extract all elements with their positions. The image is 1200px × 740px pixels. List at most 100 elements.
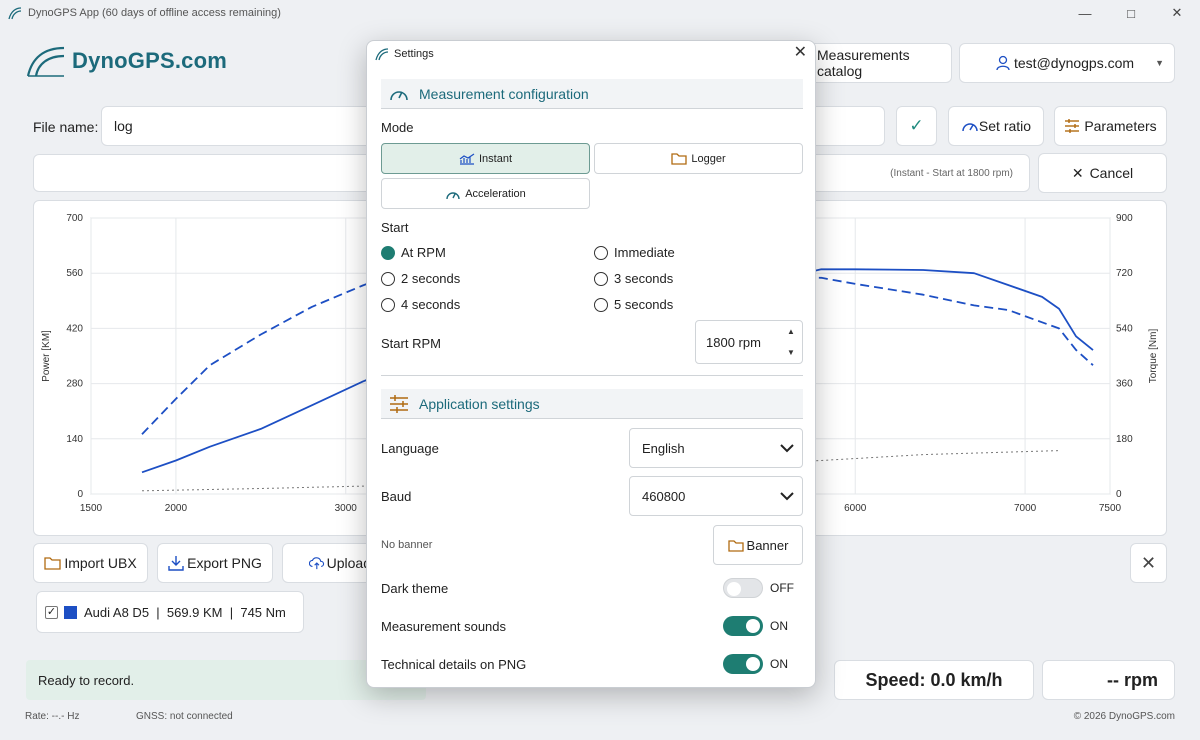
import-ubx-button[interactable]: Import UBX (33, 543, 148, 583)
rpm-readout: -- rpm (1042, 660, 1175, 700)
download-icon (168, 556, 184, 571)
mode-acceleration-label: Acceleration (465, 187, 526, 200)
speed-value: Speed: 0.0 km/h (865, 669, 1003, 690)
chart-icon (459, 153, 475, 165)
checkmark-icon: ✓ (909, 116, 924, 135)
chevron-down-icon (780, 492, 794, 501)
y-right-tick-label: 360 (1116, 379, 1133, 390)
gauge-icon (390, 91, 408, 101)
settings-title-bar: Settings ✕ (367, 41, 815, 67)
cancel-button[interactable]: ✕ Cancel (1038, 153, 1167, 193)
legend-label: Audi A8 D5 | 569.9 KM | 745 Nm (84, 604, 286, 620)
start-4s-radio[interactable]: 4 seconds (381, 297, 460, 312)
export-png-button[interactable]: Export PNG (157, 543, 273, 583)
close-window-icon[interactable]: ✕ (1154, 0, 1200, 26)
folder-icon (671, 153, 688, 165)
export-label: Export PNG (187, 555, 262, 571)
y-left-tick-label: 700 (66, 213, 83, 224)
x-tick-label: 6000 (844, 503, 867, 514)
import-label: Import UBX (64, 555, 137, 571)
tech-details-toggle[interactable]: ON (723, 654, 788, 674)
mode-acceleration-button[interactable]: Acceleration (381, 178, 590, 209)
chevron-down-icon[interactable]: ▼ (787, 348, 795, 357)
upload-button[interactable]: Upload (282, 543, 372, 583)
x-tick-label: 3000 (335, 503, 358, 514)
start-3s-radio[interactable]: 3 seconds (594, 271, 673, 286)
stepper-arrows[interactable]: ▲ ▼ (780, 321, 802, 363)
radio-label: At RPM (401, 245, 446, 260)
dark-theme-label: Dark theme (381, 581, 449, 596)
logo-icon (26, 46, 65, 77)
window-controls: — □ ✕ (1062, 0, 1200, 26)
x-tick-label: 7500 (1099, 503, 1122, 514)
banner-button[interactable]: Banner (713, 525, 803, 565)
close-icon: ✕ (1071, 164, 1084, 181)
divider (381, 108, 803, 109)
start-rpm-stepper[interactable]: 1800 rpm ▲ ▼ (695, 320, 803, 364)
y-right-tick-label: 0 (1116, 489, 1122, 500)
minimize-icon[interactable]: — (1062, 0, 1108, 26)
language-label: Language (381, 441, 439, 456)
folder-icon (44, 557, 61, 570)
mode-instant-button[interactable]: Instant (381, 143, 590, 174)
user-icon (996, 55, 1010, 71)
y-left-tick-label: 420 (66, 323, 83, 334)
chevron-down-icon: ▼ (1155, 58, 1164, 68)
ready-text: Ready to record. (38, 672, 135, 688)
y-left-tick-label: 560 (66, 268, 83, 279)
toggle-state: ON (770, 619, 788, 633)
legend-entry[interactable]: ✓ Audi A8 D5 | 569.9 KM | 745 Nm (36, 591, 304, 633)
parameters-button[interactable]: Parameters (1054, 106, 1167, 146)
sounds-toggle[interactable]: ON (723, 616, 788, 636)
app-settings-title: Application settings (419, 396, 540, 412)
no-banner-text: No banner (381, 539, 433, 551)
confirm-button[interactable]: ✓ (896, 106, 937, 146)
baud-select[interactable]: 460800 (629, 476, 803, 516)
toggle-state: OFF (770, 581, 794, 595)
y-left-tick-label: 0 (77, 489, 83, 500)
start-label: Start (381, 220, 409, 235)
language-select[interactable]: English (629, 428, 803, 468)
file-name-label: File name: (33, 119, 99, 135)
dark-theme-toggle[interactable]: OFF (723, 578, 794, 598)
radio-label: 5 seconds (614, 297, 674, 312)
settings-dialog: Settings ✕ Measurement configuration Mod… (366, 40, 816, 688)
mode-logger-button[interactable]: Logger (594, 143, 803, 174)
maximize-icon[interactable]: □ (1108, 0, 1154, 26)
legend-checkbox[interactable]: ✓ (45, 605, 58, 619)
language-value: English (642, 440, 685, 456)
sounds-label: Measurement sounds (381, 619, 507, 634)
close-icon[interactable]: ✕ (794, 45, 807, 61)
brand-name: DynoGPS.com (72, 48, 228, 73)
sliders-icon (1065, 119, 1080, 133)
y-left-tick-label: 280 (66, 379, 83, 390)
start-2s-radio[interactable]: 2 seconds (381, 271, 460, 286)
measurement-config-title: Measurement configuration (419, 86, 589, 102)
logo: DynoGPS.com (26, 44, 227, 78)
x-tick-label: 7000 (1014, 503, 1037, 514)
start-immediate-radio[interactable]: Immediate (594, 245, 675, 260)
close-icon: ✕ (1140, 552, 1157, 573)
mode-label: Mode (381, 120, 414, 135)
baud-label: Baud (381, 489, 412, 504)
rpm-value: -- rpm (1107, 669, 1158, 690)
chevron-up-icon[interactable]: ▲ (787, 327, 795, 336)
y-right-tick-label: 180 (1116, 434, 1133, 445)
y-right-tick-label: 720 (1116, 268, 1133, 279)
banner-label: Banner (746, 537, 789, 553)
parameters-label: Parameters (1084, 118, 1157, 134)
user-menu-button[interactable]: test@dynogps.com ▼ (959, 43, 1175, 83)
set-ratio-label: Set ratio (978, 118, 1032, 134)
set-ratio-button[interactable]: Set ratio (948, 106, 1044, 146)
x-tick-label: 2000 (165, 503, 188, 514)
measurement-config-header: Measurement configuration (381, 79, 803, 109)
settings-title: Settings (394, 48, 434, 60)
clear-button[interactable]: ✕ (1130, 543, 1167, 583)
y-left-tick-label: 140 (66, 434, 83, 445)
app-icon (375, 48, 389, 61)
start-5s-radio[interactable]: 5 seconds (594, 297, 673, 312)
start-at-rpm-radio[interactable]: At RPM (381, 245, 446, 260)
user-email: test@dynogps.com (1014, 55, 1135, 71)
chevron-down-icon (780, 444, 794, 453)
cloud-upload-icon (309, 557, 325, 570)
